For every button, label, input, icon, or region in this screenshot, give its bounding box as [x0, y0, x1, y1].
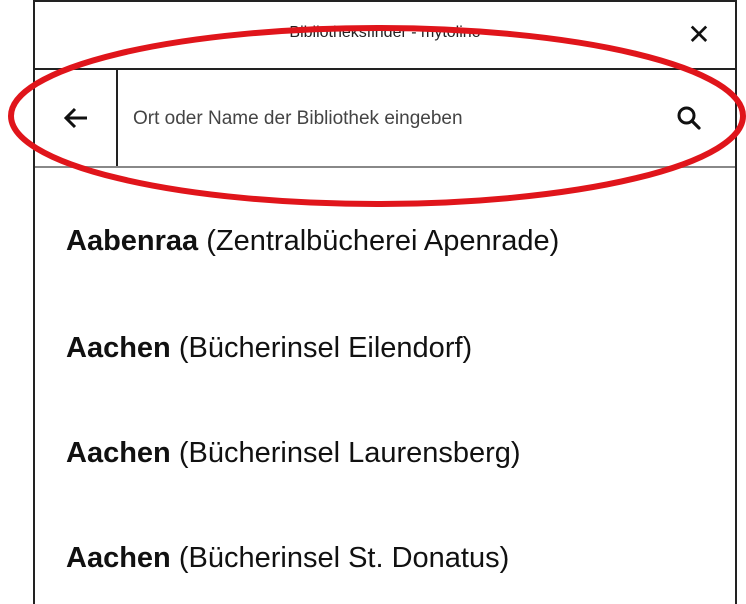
result-city: Aabenraa — [66, 225, 199, 257]
library-search-input[interactable] — [131, 100, 645, 138]
close-icon: ✕ — [687, 18, 711, 50]
library-results-list: Aabenraa (Zentralbücherei Apenrade) Aach… — [35, 168, 735, 588]
result-city: Aachen — [66, 437, 171, 469]
arrow-left-icon — [63, 107, 87, 129]
library-result-item[interactable]: Aachen (Bücherinsel Laurensberg) — [35, 378, 735, 483]
search-icon — [677, 106, 701, 130]
result-library-name: (Bücherinsel St. Donatus) — [178, 542, 510, 574]
result-library-name: (Zentralbücherei Apenrade) — [206, 225, 560, 257]
close-button[interactable]: ✕ — [681, 16, 717, 52]
search-button[interactable] — [671, 100, 707, 136]
library-finder-window: Bibliotheksfinder - mytolino ✕ Aabenraa … — [33, 0, 737, 604]
search-bar — [35, 70, 735, 168]
result-library-name: (Bücherinsel Laurensberg) — [178, 437, 521, 469]
result-library-name: (Bücherinsel Eilendorf) — [178, 332, 473, 364]
library-result-item[interactable]: Aachen (Bücherinsel St. Donatus) — [35, 483, 735, 588]
result-city: Aachen — [66, 542, 171, 574]
library-result-item[interactable]: Aabenraa (Zentralbücherei Apenrade) — [35, 168, 735, 273]
back-button[interactable] — [35, 70, 118, 166]
library-result-item[interactable]: Aachen (Bücherinsel Eilendorf) — [35, 273, 735, 378]
window-title: Bibliotheksfinder - mytolino — [289, 24, 481, 41]
result-city: Aachen — [66, 332, 171, 364]
title-bar: Bibliotheksfinder - mytolino ✕ — [35, 0, 735, 70]
